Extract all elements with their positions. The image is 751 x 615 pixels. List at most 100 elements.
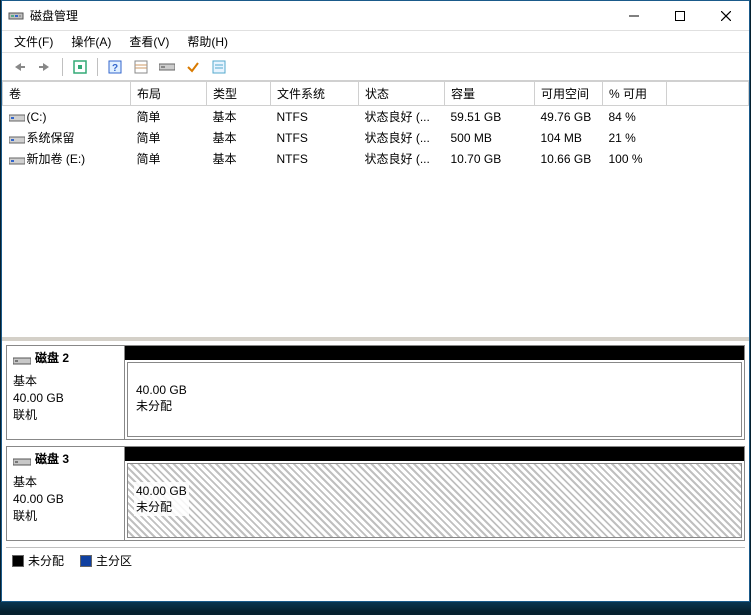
toolbar-separator <box>97 58 98 76</box>
col-volume[interactable]: 卷 <box>3 82 131 106</box>
table-row[interactable]: 系统保留简单基本NTFS状态良好 (...500 MB104 MB21 % <box>3 127 749 148</box>
menu-action[interactable]: 操作(A) <box>63 31 119 52</box>
cell-type: 基本 <box>207 127 271 148</box>
legend-unallocated: 未分配 <box>12 552 64 569</box>
cell-capacity: 10.70 GB <box>445 148 535 169</box>
cell-free: 49.76 GB <box>535 106 603 128</box>
cell-capacity: 500 MB <box>445 127 535 148</box>
col-spacer <box>667 82 749 106</box>
disk-partition[interactable]: 40.00 GB未分配 <box>127 362 742 437</box>
disk-row[interactable]: 磁盘 3基本40.00 GB联机40.00 GB未分配 <box>6 446 745 541</box>
table-row[interactable]: 新加卷 (E:)简单基本NTFS状态良好 (...10.70 GB10.66 G… <box>3 148 749 169</box>
volume-name: (C:) <box>27 110 47 124</box>
disk-size: 40.00 GB <box>13 390 118 407</box>
col-type[interactable]: 类型 <box>207 82 271 106</box>
disk-graphic-pane[interactable]: 磁盘 2基本40.00 GB联机40.00 GB未分配磁盘 3基本40.00 G… <box>2 341 749 601</box>
legend-swatch-unallocated <box>12 555 24 567</box>
disk-graphic: 40.00 GB未分配 <box>125 447 744 540</box>
close-button[interactable] <box>703 1 749 30</box>
cell-volume: (C:) <box>3 106 131 128</box>
cell-status: 状态良好 (... <box>359 106 445 128</box>
disk-graphic: 40.00 GB未分配 <box>125 346 744 439</box>
volume-table: 卷 布局 类型 文件系统 状态 容量 可用空间 % 可用 (C:) 简单基本NTF… <box>2 81 749 169</box>
cell-layout: 简单 <box>131 148 207 169</box>
titlebar[interactable]: 磁盘管理 <box>2 1 749 31</box>
toolbar-separator <box>62 58 63 76</box>
partition-size: 40.00 GB <box>136 382 187 398</box>
partition-status: 未分配 <box>136 398 187 414</box>
cell-type: 基本 <box>207 148 271 169</box>
disk-size: 40.00 GB <box>13 491 118 508</box>
col-filesystem[interactable]: 文件系统 <box>271 82 359 106</box>
legend: 未分配 主分区 <box>6 547 745 573</box>
partition-size: 40.00 GB <box>136 483 187 499</box>
forward-button[interactable] <box>34 56 56 78</box>
disk-title: 磁盘 2 <box>35 350 69 367</box>
cell-pct: 100 % <box>603 148 667 169</box>
disk-status: 联机 <box>13 508 118 525</box>
help-button[interactable]: ? <box>104 56 126 78</box>
menu-help[interactable]: 帮助(H) <box>179 31 236 52</box>
disk-type: 基本 <box>13 373 118 390</box>
col-status[interactable]: 状态 <box>359 82 445 106</box>
table-row[interactable]: (C:) 简单基本NTFS状态良好 (...59.51 GB49.76 GB84 … <box>3 106 749 128</box>
cell-fs: NTFS <box>271 148 359 169</box>
check-button[interactable] <box>182 56 204 78</box>
maximize-button[interactable] <box>657 1 703 30</box>
volume-name: 新加卷 (E:) <box>27 152 86 166</box>
volume-icon <box>9 112 23 122</box>
cell-status: 状态良好 (... <box>359 148 445 169</box>
disk-header-bar <box>125 346 744 360</box>
disk-header-bar <box>125 447 744 461</box>
cell-fs: NTFS <box>271 127 359 148</box>
disk-partition[interactable]: 40.00 GB未分配 <box>127 463 742 538</box>
col-capacity[interactable]: 容量 <box>445 82 535 106</box>
toolbar: ? <box>2 53 749 81</box>
refresh-button[interactable] <box>69 56 91 78</box>
volume-icon <box>9 134 23 144</box>
disk-info: 磁盘 3 基本40.00 GB联机 <box>7 447 125 540</box>
minimize-button[interactable] <box>611 1 657 30</box>
disk-row[interactable]: 磁盘 2基本40.00 GB联机40.00 GB未分配 <box>6 345 745 440</box>
desktop-taskbar-edge <box>0 602 751 612</box>
cell-status: 状态良好 (... <box>359 127 445 148</box>
cell-free: 104 MB <box>535 127 603 148</box>
cell-volume: 系统保留 <box>3 127 131 148</box>
cell-fs: NTFS <box>271 106 359 128</box>
col-layout[interactable]: 布局 <box>131 82 207 106</box>
cell-type: 基本 <box>207 106 271 128</box>
properties-button[interactable] <box>208 56 230 78</box>
cell-pct: 21 % <box>603 127 667 148</box>
cell-capacity: 59.51 GB <box>445 106 535 128</box>
disk-management-window: 磁盘管理 文件(F) 操作(A) 查看(V) 帮助(H) ? 卷 <box>1 0 750 602</box>
menu-file[interactable]: 文件(F) <box>6 31 61 52</box>
volume-icon <box>9 155 23 165</box>
disk-icon <box>13 354 31 364</box>
legend-label-primary: 主分区 <box>96 552 132 569</box>
disk-status: 联机 <box>13 407 118 424</box>
cell-pct: 84 % <box>603 106 667 128</box>
disk-type: 基本 <box>13 474 118 491</box>
view-graphic-button[interactable] <box>156 56 178 78</box>
app-icon <box>8 8 24 24</box>
cell-volume: 新加卷 (E:) <box>3 148 131 169</box>
view-list-button[interactable] <box>130 56 152 78</box>
disk-icon <box>13 455 31 465</box>
disk-info: 磁盘 2 基本40.00 GB联机 <box>7 346 125 439</box>
col-pctfree[interactable]: % 可用 <box>603 82 667 106</box>
cell-layout: 简单 <box>131 106 207 128</box>
content-area: 卷 布局 类型 文件系统 状态 容量 可用空间 % 可用 (C:)简单基本NTF… <box>2 81 749 601</box>
menubar: 文件(F) 操作(A) 查看(V) 帮助(H) <box>2 31 749 53</box>
legend-swatch-primary <box>80 555 92 567</box>
volume-name: 系统保留 <box>27 131 75 145</box>
menu-view[interactable]: 查看(V) <box>121 31 177 52</box>
back-button[interactable] <box>8 56 30 78</box>
legend-label-unallocated: 未分配 <box>28 552 64 569</box>
col-free[interactable]: 可用空间 <box>535 82 603 106</box>
volume-list-pane[interactable]: 卷 布局 类型 文件系统 状态 容量 可用空间 % 可用 (C:) 简单基本NTF… <box>2 81 749 341</box>
disk-title: 磁盘 3 <box>35 451 69 468</box>
window-title: 磁盘管理 <box>30 7 611 24</box>
svg-text:?: ? <box>112 63 118 74</box>
partition-status: 未分配 <box>136 499 187 515</box>
legend-primary: 主分区 <box>80 552 132 569</box>
